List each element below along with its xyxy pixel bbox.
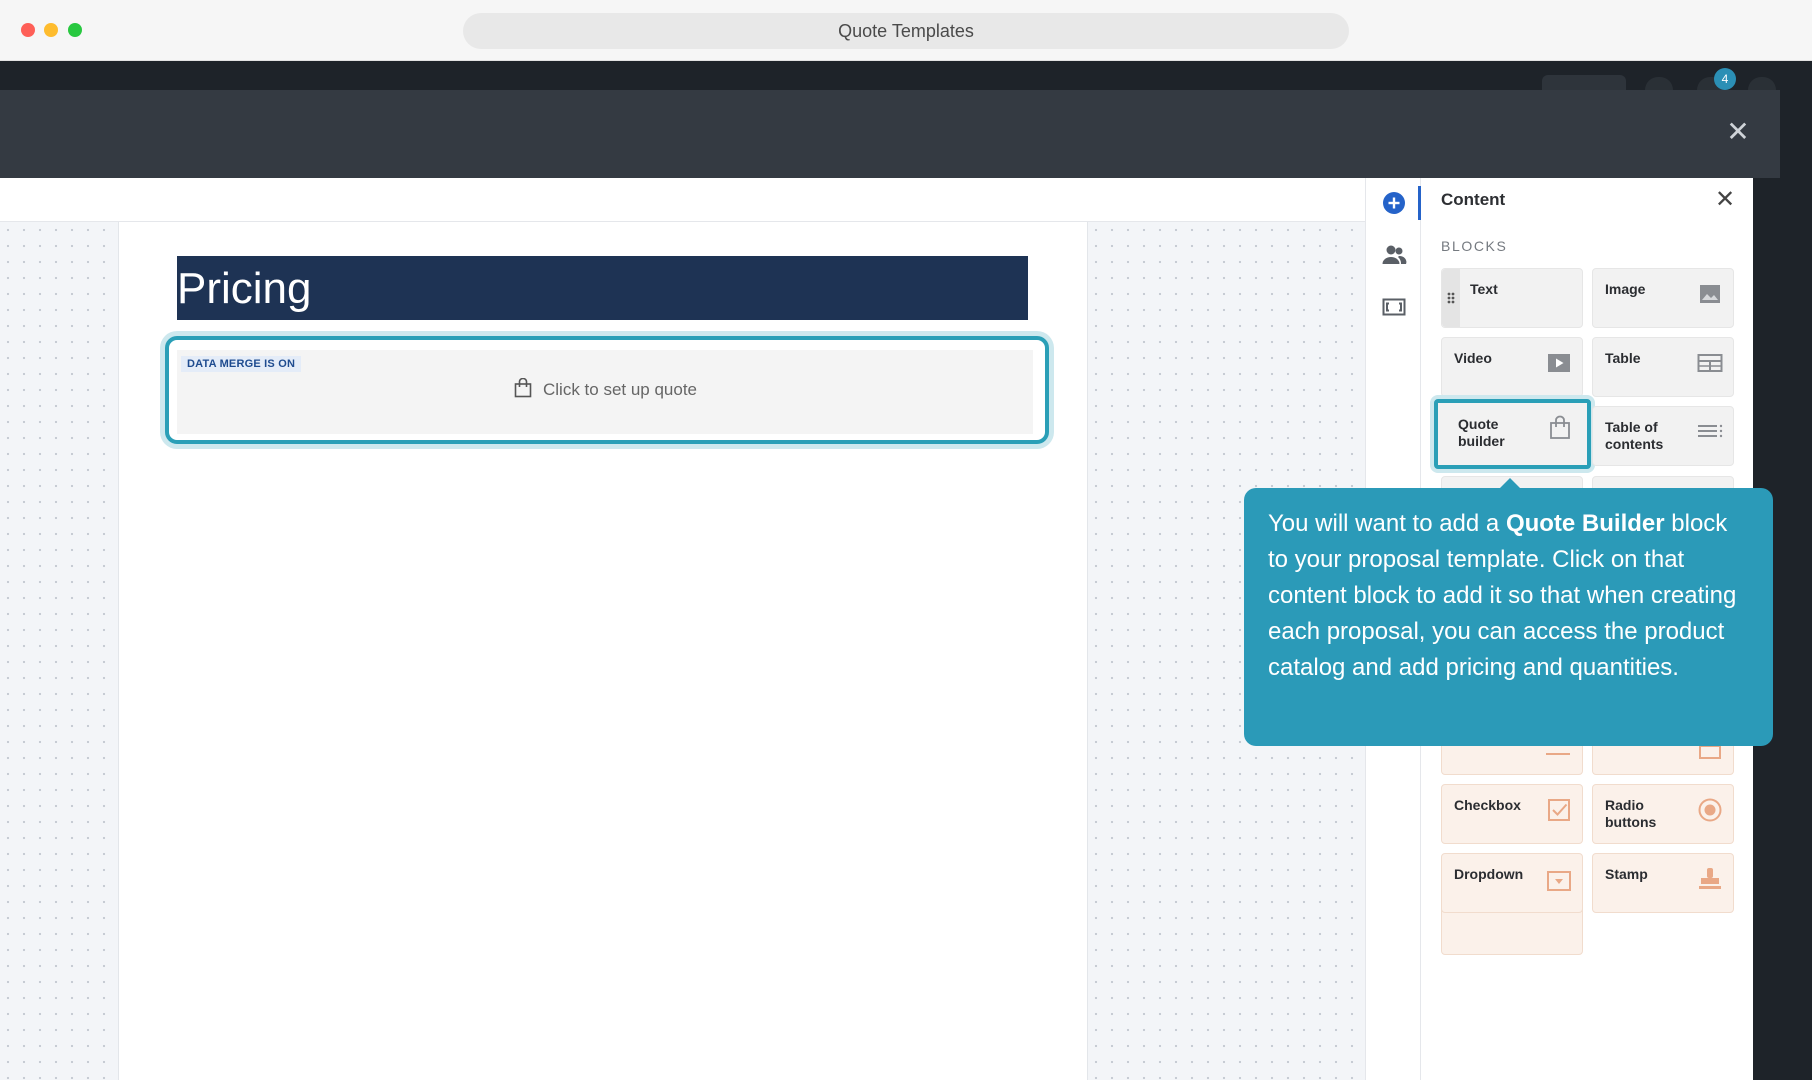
- panel-title: Content: [1441, 190, 1506, 209]
- field-line-icon: [1546, 753, 1570, 755]
- drag-handle-icon[interactable]: [1442, 269, 1460, 327]
- block-label: Video: [1454, 350, 1492, 366]
- block-table[interactable]: Table: [1592, 337, 1734, 397]
- recipients-icon[interactable]: [1381, 242, 1407, 268]
- guide-tooltip: You will want to add a Quote Builder blo…: [1244, 488, 1773, 746]
- app-window: Quote Templates 4 ✕ Pricing DATA MERGE I…: [0, 0, 1812, 1080]
- block-label: Stamp: [1605, 866, 1648, 882]
- add-content-icon[interactable]: [1381, 190, 1407, 216]
- block-label: Checkbox: [1454, 797, 1521, 813]
- block-dropdown[interactable]: Dropdown: [1441, 853, 1583, 913]
- block-label: Radio buttons: [1605, 797, 1657, 830]
- data-merge-badge: DATA MERGE IS ON: [181, 356, 302, 372]
- table-icon: [1697, 354, 1723, 372]
- modal-header: [0, 90, 1780, 178]
- block-radio-buttons[interactable]: Radio buttons: [1592, 784, 1734, 844]
- block-label: Dropdown: [1454, 866, 1524, 882]
- document-page: Pricing DATA MERGE IS ON Click to set up…: [118, 222, 1088, 1080]
- quote-setup-link[interactable]: Click to set up quote: [177, 378, 1033, 400]
- modal-close-icon[interactable]: ✕: [1726, 118, 1750, 146]
- image-icon: [1700, 285, 1720, 303]
- pricing-banner[interactable]: Pricing: [177, 256, 1028, 320]
- quote-block[interactable]: DATA MERGE IS ON Click to set up quote: [165, 336, 1049, 444]
- block-image[interactable]: Image: [1592, 268, 1734, 328]
- window-title: Quote Templates: [463, 13, 1349, 49]
- title-bar: Quote Templates: [0, 0, 1812, 61]
- video-icon: [1548, 354, 1570, 372]
- zoom-window-button[interactable]: [68, 23, 82, 37]
- block-text[interactable]: Text: [1441, 268, 1583, 328]
- shopping-bag-icon: [514, 378, 532, 398]
- list-icon: [1698, 424, 1723, 438]
- block-quote-builder[interactable]: Quote builder: [1434, 399, 1591, 469]
- stamp-icon: [1699, 868, 1721, 889]
- pricing-heading: Pricing: [177, 264, 312, 313]
- dropdown-icon: [1547, 871, 1571, 891]
- notification-badge: 4: [1714, 68, 1736, 90]
- minimize-window-button[interactable]: [44, 23, 58, 37]
- quote-block-body: DATA MERGE IS ON Click to set up quote: [177, 350, 1033, 434]
- shopping-bag-icon: [1550, 415, 1570, 439]
- radio-icon: [1698, 798, 1722, 822]
- close-window-button[interactable]: [21, 23, 35, 37]
- tooltip-text-before: You will want to add a: [1268, 510, 1506, 537]
- tooltip-bold-text: Quote Builder: [1505, 510, 1665, 537]
- block-table-of-contents[interactable]: Table of contents: [1592, 406, 1734, 466]
- editor-toolbar: [0, 178, 1365, 222]
- checkbox-icon: [1548, 799, 1570, 821]
- block-label: Table: [1605, 350, 1641, 366]
- block-checkbox[interactable]: Checkbox: [1441, 784, 1583, 844]
- block-video[interactable]: Video: [1441, 337, 1583, 397]
- quote-setup-label: Click to set up quote: [542, 380, 698, 399]
- tooltip-arrow: [1500, 478, 1520, 488]
- block-label: Quote builder: [1458, 416, 1505, 449]
- panel-close-icon[interactable]: ✕: [1715, 188, 1735, 212]
- fields-icon[interactable]: [1381, 294, 1407, 320]
- blocks-section-label: BLOCKS: [1441, 238, 1508, 254]
- block-stamp[interactable]: Stamp: [1592, 853, 1734, 913]
- block-label: Table of contents: [1605, 419, 1664, 452]
- block-label: Text: [1470, 281, 1498, 297]
- block-label: Image: [1605, 281, 1646, 297]
